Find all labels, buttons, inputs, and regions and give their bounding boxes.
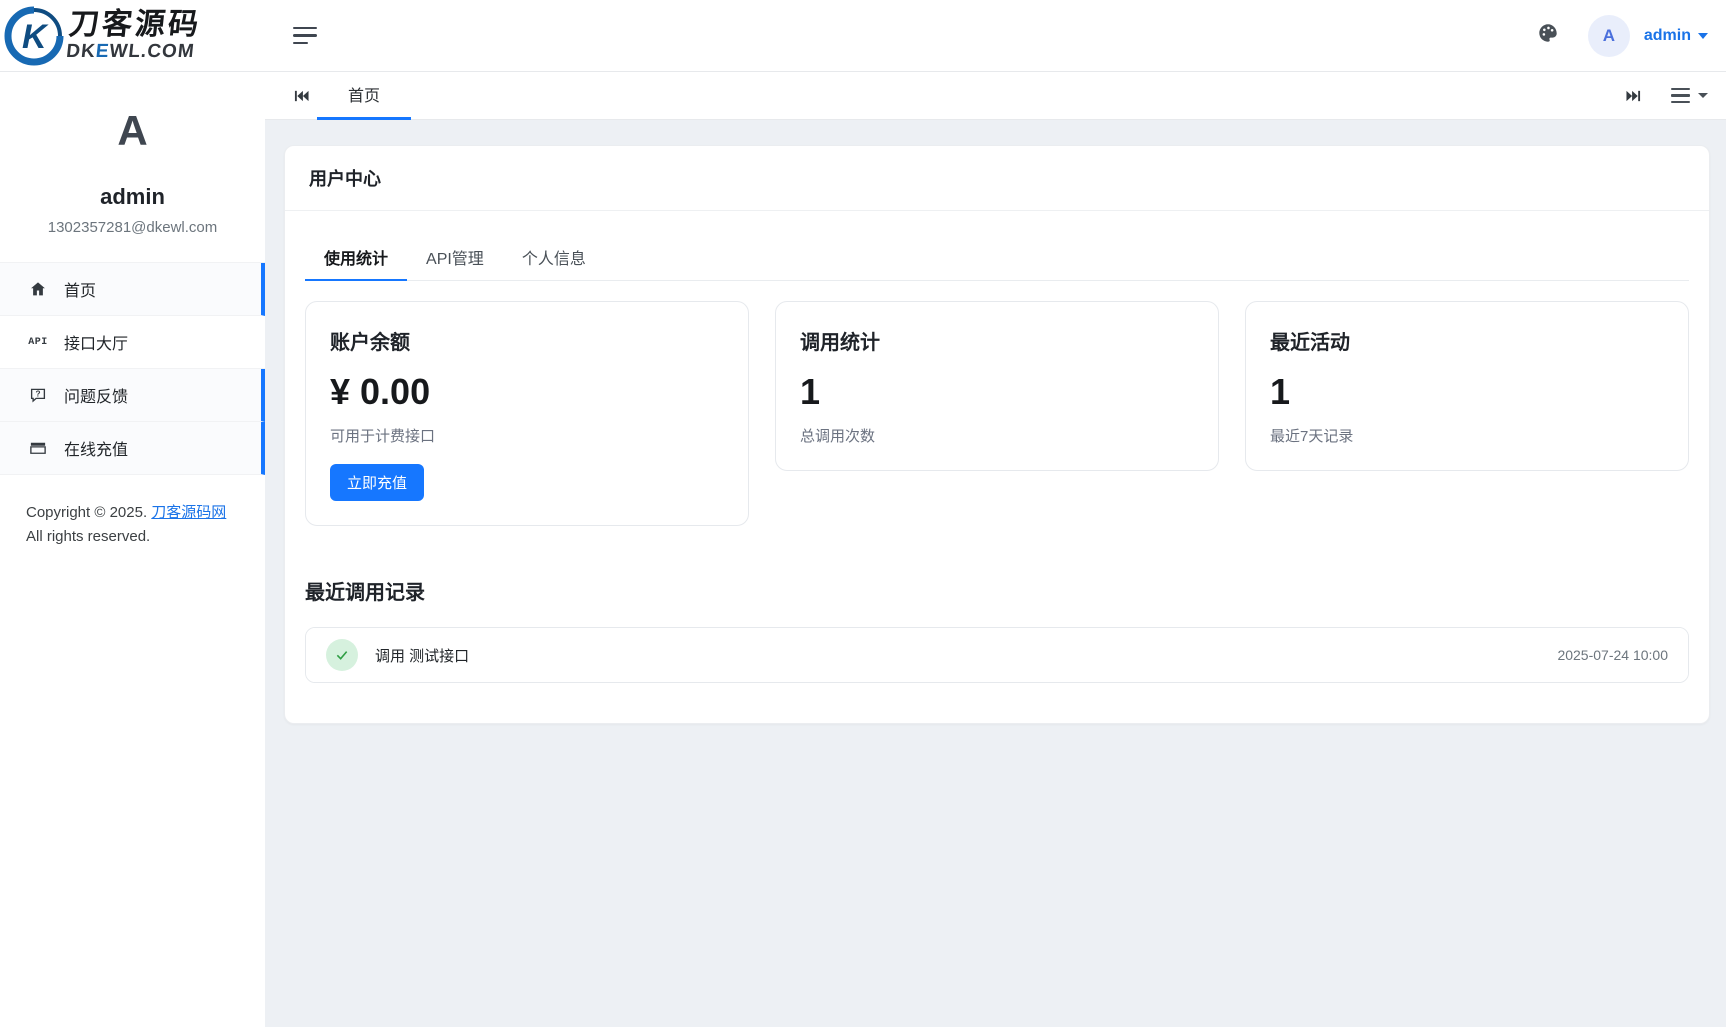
check-icon bbox=[334, 647, 350, 663]
sidebar-item-label: 接口大厅 bbox=[64, 330, 128, 354]
username-label: admin bbox=[1644, 27, 1691, 45]
card-title: 用户中心 bbox=[285, 146, 1709, 211]
tab-api-management[interactable]: API管理 bbox=[407, 235, 503, 281]
sidebar-item-feedback[interactable]: ? 问题反馈 bbox=[0, 369, 265, 422]
page: K 刀客源码 DKEWL.COM A admin bbox=[0, 0, 1726, 1027]
header: K 刀客源码 DKEWL.COM A admin bbox=[0, 0, 1726, 72]
brand-name: 刀客源码 bbox=[68, 10, 203, 40]
record-timestamp: 2025-07-24 10:00 bbox=[1557, 647, 1668, 663]
sidebar-toggle-button[interactable] bbox=[293, 26, 319, 46]
profile-email: 1302357281@dkewl.com bbox=[0, 219, 265, 236]
stat-caption: 最近7天记录 bbox=[1270, 425, 1664, 446]
tab-personal-info[interactable]: 个人信息 bbox=[503, 235, 605, 281]
balance-value: ¥ 0.00 bbox=[330, 371, 724, 413]
user-avatar[interactable]: A bbox=[1588, 15, 1630, 57]
sidebar-item-label: 首页 bbox=[64, 277, 96, 301]
sidebar: A admin 1302357281@dkewl.com 首页 API 接口大厅 bbox=[0, 72, 265, 1027]
recharge-now-button[interactable]: 立即充值 bbox=[330, 464, 424, 501]
skip-forward-icon[interactable] bbox=[1621, 84, 1645, 108]
brand-logo[interactable]: K 刀客源码 DKEWL.COM bbox=[0, 0, 265, 71]
stat-caption: 总调用次数 bbox=[800, 425, 1194, 446]
copyright-line2: All rights reserved. bbox=[26, 525, 265, 549]
sidebar-menu: 首页 API 接口大厅 ? 问题反馈 bbox=[0, 262, 265, 475]
list-menu-icon bbox=[1671, 88, 1690, 104]
logo-mark-icon: K bbox=[4, 6, 64, 66]
caret-down-icon bbox=[1698, 93, 1708, 98]
user-center-card: 用户中心 使用统计 API管理 个人信息 账户余额 ¥ 0.00 可用于计费接口 bbox=[284, 145, 1710, 724]
stat-card-balance: 账户余额 ¥ 0.00 可用于计费接口 立即充值 bbox=[305, 301, 749, 526]
svg-text:?: ? bbox=[36, 390, 41, 399]
card-body: 使用统计 API管理 个人信息 账户余额 ¥ 0.00 可用于计费接口 立即充值 bbox=[285, 211, 1709, 723]
theme-palette-button[interactable] bbox=[1530, 18, 1566, 54]
brand-site-link[interactable]: 刀客源码网 bbox=[151, 504, 226, 521]
sidebar-item-label: 问题反馈 bbox=[64, 383, 128, 407]
user-menu-dropdown[interactable]: admin bbox=[1644, 27, 1708, 45]
feedback-icon: ? bbox=[27, 386, 49, 404]
tab-home[interactable]: 首页 bbox=[317, 72, 411, 120]
tab-usage-stats[interactable]: 使用统计 bbox=[305, 235, 407, 281]
sidebar-profile: A admin 1302357281@dkewl.com bbox=[0, 72, 265, 236]
sidebar-item-recharge[interactable]: 在线充值 bbox=[0, 422, 265, 475]
profile-avatar: A bbox=[0, 110, 265, 152]
recent-calls-section: 最近调用记录 调用 测试接口 2025-07-24 10:00 bbox=[305, 576, 1689, 683]
content-area: 用户中心 使用统计 API管理 个人信息 账户余额 ¥ 0.00 可用于计费接口 bbox=[265, 120, 1726, 1027]
stat-title: 账户余额 bbox=[330, 326, 724, 355]
recent-calls-list: 调用 测试接口 2025-07-24 10:00 bbox=[305, 627, 1689, 683]
stat-title: 调用统计 bbox=[800, 326, 1194, 355]
sidebar-item-home[interactable]: 首页 bbox=[0, 263, 265, 316]
stat-card-calls: 调用统计 1 总调用次数 bbox=[775, 301, 1219, 471]
skip-back-icon[interactable] bbox=[289, 84, 313, 108]
user-center-tabs: 使用统计 API管理 个人信息 bbox=[305, 235, 1689, 281]
home-icon bbox=[27, 280, 49, 298]
call-record-row: 调用 测试接口 2025-07-24 10:00 bbox=[306, 628, 1688, 682]
activity-value: 1 bbox=[1270, 371, 1664, 413]
stat-card-activity: 最近活动 1 最近7天记录 bbox=[1245, 301, 1689, 471]
recharge-card-icon bbox=[27, 439, 49, 457]
page-tabbar: 首页 bbox=[265, 72, 1726, 120]
stat-caption: 可用于计费接口 bbox=[330, 425, 724, 446]
palette-icon bbox=[1537, 22, 1559, 49]
logo-text: 刀客源码 DKEWL.COM bbox=[65, 10, 202, 61]
stat-title: 最近活动 bbox=[1270, 326, 1664, 355]
tab-options-dropdown[interactable] bbox=[1671, 88, 1708, 104]
caret-down-icon bbox=[1698, 33, 1708, 39]
profile-username: admin bbox=[0, 184, 265, 210]
record-text: 调用 测试接口 bbox=[375, 645, 469, 666]
calls-value: 1 bbox=[800, 371, 1194, 413]
sidebar-item-label: 在线充值 bbox=[64, 436, 128, 460]
recent-calls-title: 最近调用记录 bbox=[305, 576, 1689, 605]
sidebar-copyright: Copyright © 2025. 刀客源码网 All rights reser… bbox=[0, 475, 265, 549]
tab-home-label: 首页 bbox=[348, 82, 380, 106]
svg-text:K: K bbox=[22, 18, 49, 56]
sidebar-item-api-hall[interactable]: API 接口大厅 bbox=[0, 316, 265, 369]
brand-domain: DKEWL.COM bbox=[65, 42, 199, 61]
copyright-line1: Copyright © 2025. 刀客源码网 bbox=[26, 501, 265, 525]
stats-row: 账户余额 ¥ 0.00 可用于计费接口 立即充值 调用统计 1 总调用次数 bbox=[305, 301, 1689, 526]
success-status-badge bbox=[326, 639, 358, 671]
api-icon: API bbox=[27, 337, 49, 348]
